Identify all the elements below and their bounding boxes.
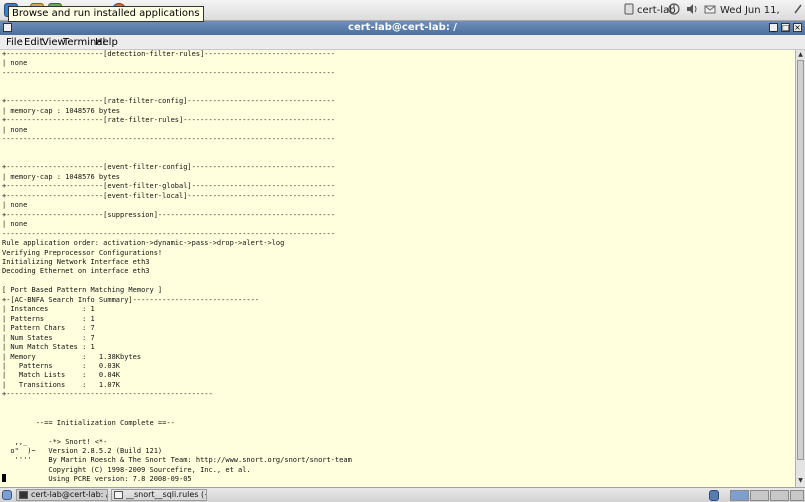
- scrollbar-thumb[interactable]: [797, 60, 804, 460]
- terminal-line: +-----------------------[rate-filter-rul…: [2, 116, 335, 125]
- terminal-line: | none: [2, 59, 28, 68]
- terminal-line: | Patterns : 1: [2, 314, 95, 323]
- terminal-line: ----------------------------------------…: [2, 229, 335, 238]
- terminal-line: Using PCRE version: 7.8 2008-09-05: [2, 475, 192, 484]
- mail-icon[interactable]: [704, 3, 716, 18]
- terminal-line: | Transitions : 1.07K: [2, 380, 121, 389]
- terminal-line: | Instances : 1: [2, 305, 95, 314]
- terminal-line: ----------------------------------------…: [2, 135, 335, 144]
- minimize-button[interactable]: _: [769, 23, 778, 32]
- terminal-line: | Patterns : 0.03K: [2, 361, 121, 370]
- terminal-text: +-----------------------[detection-filte…: [0, 50, 795, 487]
- terminal-cursor: [2, 474, 6, 482]
- window-titlebar[interactable]: cert-lab@cert-lab: / _ □ ×: [0, 21, 805, 35]
- terminal-line: | memory-cap : 1048576 bytes: [2, 106, 121, 115]
- task-terminal[interactable]: cert-lab@cert-lab: /: [16, 489, 108, 501]
- task-editor-label: __snort__sqli.rules (~/D...: [126, 490, 206, 499]
- terminal-line: | none: [2, 201, 28, 210]
- volume-icon[interactable]: [686, 3, 698, 18]
- terminal-line: | Match Lists : 0.04K: [2, 371, 121, 380]
- terminal-line: ----------------------------------------…: [2, 68, 335, 77]
- terminal-line: +-[AC-BNFA Search Info Summary]---------…: [2, 295, 260, 304]
- terminal-line: ,,_ -*> Snort! <*-: [2, 437, 108, 446]
- window-title: cert-lab@cert-lab: /: [348, 22, 457, 33]
- terminal-line: | Pattern Chars : 7: [2, 324, 95, 333]
- scroll-down-icon[interactable]: ▼: [797, 477, 804, 485]
- trash-icon[interactable]: [709, 490, 719, 501]
- workspace-2[interactable]: [750, 490, 769, 501]
- terminal-line: Initializing Network Interface eth3: [2, 257, 150, 266]
- workspace-4[interactable]: [790, 490, 804, 501]
- terminal-line: | memory-cap : 1048576 bytes: [2, 172, 121, 181]
- terminal-line: [ Port Based Pattern Matching Memory ]: [2, 286, 163, 295]
- terminal-line: +-----------------------[event-filter-co…: [2, 163, 335, 172]
- workspace-1[interactable]: [730, 490, 749, 501]
- terminal-line: --== Initialization Complete ==--: [2, 418, 175, 427]
- terminal-line: +-----------------------[event-filter-lo…: [2, 191, 335, 200]
- close-button[interactable]: ×: [793, 23, 802, 32]
- menu-help[interactable]: Help: [95, 35, 118, 50]
- task-terminal-label: cert-lab@cert-lab: /: [31, 490, 108, 499]
- terminal-output[interactable]: +-----------------------[detection-filte…: [0, 50, 795, 487]
- top-panel: Browse and run installed applications ce…: [0, 0, 805, 31]
- terminal-icon: [19, 491, 28, 499]
- terminal-line: | none: [2, 125, 28, 134]
- terminal-line: Rule application order: activation->dyna…: [2, 239, 285, 248]
- terminal-line: | Memory : 1.38Kbytes: [2, 352, 142, 361]
- terminal-line: o" )~ Version 2.8.5.2 (Build 121): [2, 447, 163, 456]
- terminal-line: | Num Match States : 1: [2, 343, 95, 352]
- show-desktop-icon[interactable]: [2, 490, 12, 500]
- task-editor[interactable]: __snort__sqli.rules (~/D...: [111, 489, 207, 501]
- maximize-button[interactable]: □: [781, 23, 790, 32]
- menu-edit[interactable]: Edit: [24, 35, 43, 50]
- terminal-line: Copyright (C) 1998-2009 Sourcefire, Inc.…: [2, 465, 251, 474]
- power-icon[interactable]: [668, 3, 680, 18]
- terminal-line: +-----------------------[detection-filte…: [2, 50, 335, 58]
- terminal-line: +-----------------------[event-filter-gl…: [2, 182, 335, 191]
- terminal-line: Decoding Ethernet on interface eth3: [2, 267, 150, 276]
- user-icon[interactable]: [624, 3, 634, 18]
- applications-tooltip: Browse and run installed applications: [8, 6, 204, 22]
- terminal-line: +-----------------------[rate-filter-con…: [2, 97, 335, 106]
- terminal-line: | none: [2, 220, 28, 229]
- scroll-up-icon[interactable]: ▲: [797, 51, 804, 59]
- text-editor-icon: [114, 491, 123, 499]
- terminal-line: +---------------------------------------…: [2, 390, 213, 399]
- terminal-line: +-----------------------[suppression]---…: [2, 210, 335, 219]
- workspace-3[interactable]: [770, 490, 789, 501]
- menubar: File Edit View Terminal Help: [0, 35, 805, 50]
- menu-file[interactable]: File: [6, 35, 23, 50]
- terminal-line: '''' By Martin Roesch & The Snort Team: …: [2, 456, 352, 465]
- taskbar: cert-lab@cert-lab: / __snort__sqli.rules…: [0, 487, 805, 502]
- terminal-scrollbar[interactable]: ▲ ▼: [795, 50, 805, 487]
- terminal-line: | Num States : 7: [2, 333, 95, 342]
- notes-icon[interactable]: [793, 3, 803, 18]
- terminal-line: Verifying Preprocessor Configurations!: [2, 248, 163, 257]
